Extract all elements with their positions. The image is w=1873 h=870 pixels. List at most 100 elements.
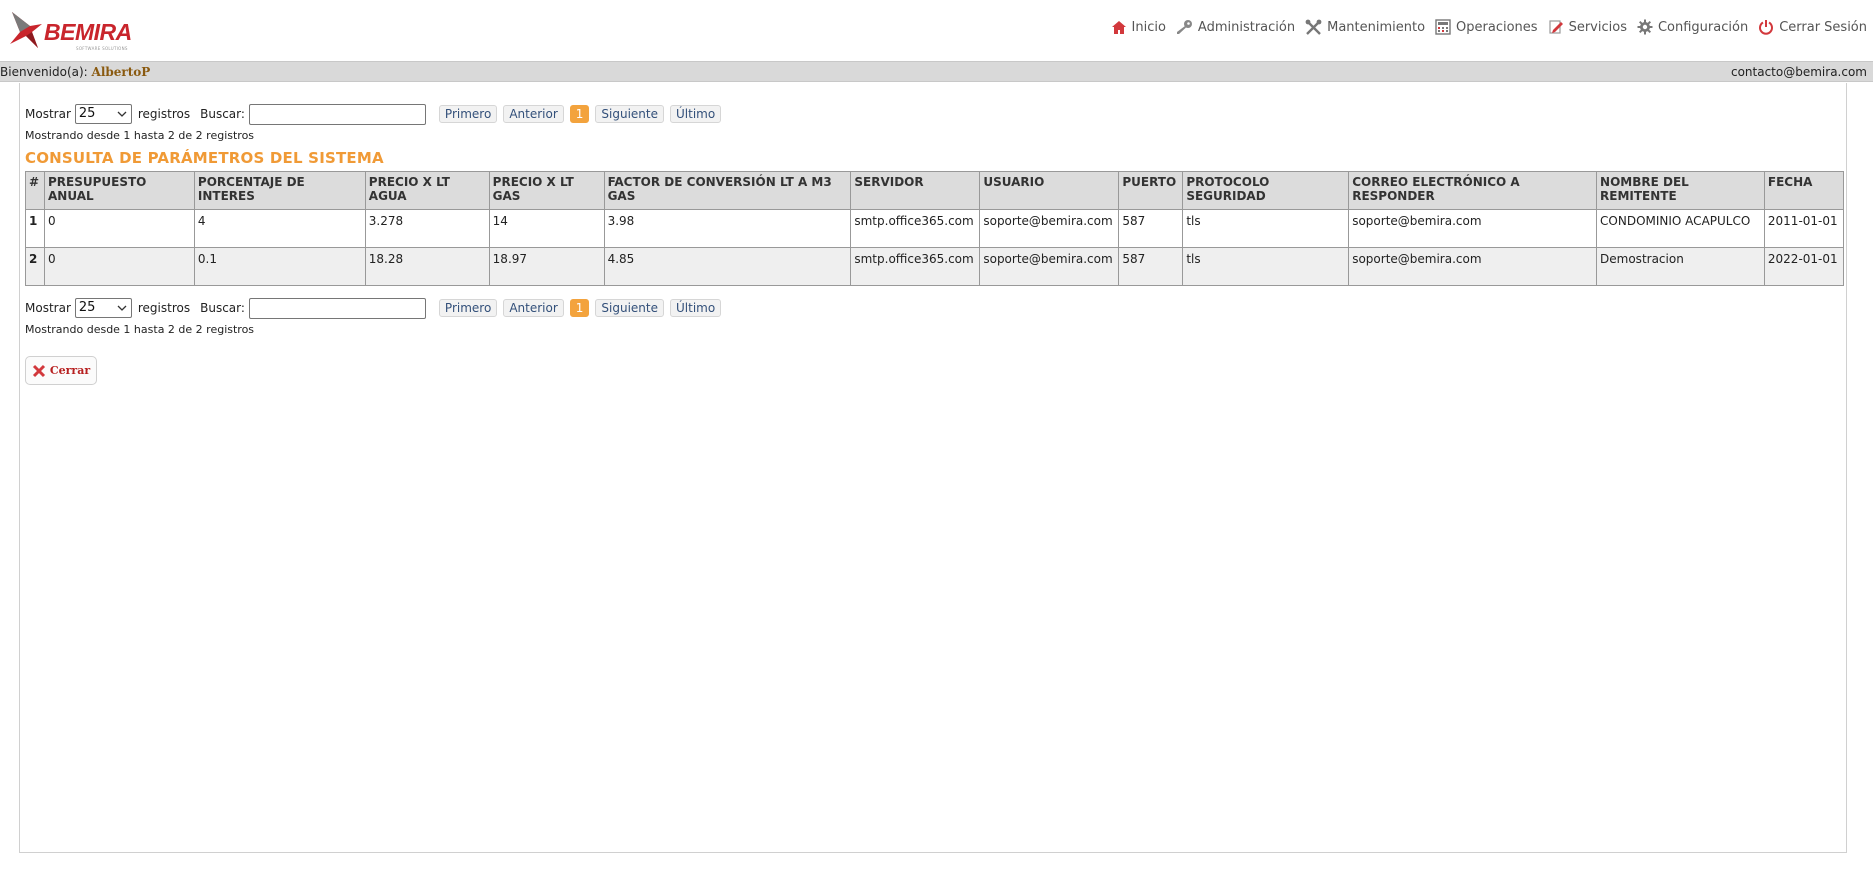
parameters-table: # PRESUPUESTO ANUAL PORCENTAJE DE INTERE… (25, 171, 1845, 286)
close-button[interactable]: Cerrar (25, 356, 97, 385)
first-page-button[interactable]: Primero (438, 105, 498, 123)
nav-cerrar-sesion[interactable]: Cerrar Sesión (1758, 19, 1867, 35)
gear-icon (1637, 19, 1653, 35)
header: BEMIRA SOFTWARE SOLUTIONS Inicio Adminis… (0, 0, 1873, 60)
pagination: Primero Anterior 1 Siguiente Último (438, 299, 722, 317)
col-header-puerto[interactable]: PUERTO (1118, 171, 1184, 210)
cell-presupuesto: 0 (43, 247, 195, 286)
col-header-remitente[interactable]: NOMBRE DEL REMITENTE (1596, 171, 1765, 210)
calculator-icon (1435, 19, 1451, 35)
col-header-protocolo[interactable]: PROTOCOLO SEGURIDAD (1182, 171, 1350, 210)
nav-servicios[interactable]: Servicios (1548, 19, 1627, 35)
search-label: Buscar: (200, 107, 245, 121)
col-header-correo[interactable]: CORREO ELECTRÓNICO A RESPONDER (1348, 171, 1598, 210)
chevron-down-icon (117, 305, 127, 311)
close-button-label: Cerrar (49, 364, 91, 377)
cell-porcentaje: 4 (193, 209, 366, 248)
col-header-usuario[interactable]: USUARIO (979, 171, 1120, 210)
table-controls-top: Mostrar 25 registros Buscar: Primero Ant… (25, 103, 722, 125)
records-label: registros (137, 107, 191, 121)
previous-page-button[interactable]: Anterior (503, 299, 564, 317)
welcome-bar: Bienvenido(a): AlbertoP contacto@bemira.… (0, 61, 1873, 82)
nav-label-mantenimiento: Mantenimiento (1327, 19, 1426, 35)
pagination: Primero Anterior 1 Siguiente Último (438, 105, 722, 123)
next-page-button[interactable]: Siguiente (595, 105, 664, 123)
cell-correo: soporte@bemira.com (1348, 209, 1598, 248)
records-label: registros (137, 301, 191, 315)
search-input[interactable] (248, 103, 426, 125)
cell-remitente: CONDOMINIO ACAPULCO (1596, 209, 1765, 248)
page-title: CONSULTA DE PARÁMETROS DEL SISTEMA (25, 149, 384, 167)
cell-fecha: 2011-01-01 (1763, 209, 1845, 248)
page-size-value: 25 (78, 106, 96, 121)
first-page-button[interactable]: Primero (438, 299, 498, 317)
power-icon (1759, 20, 1774, 35)
col-header-servidor[interactable]: SERVIDOR (850, 171, 981, 210)
welcome-prefix: Bienvenido(a): (0, 65, 88, 79)
nav-label-operaciones: Operaciones (1456, 19, 1538, 35)
bemira-logo[interactable]: BEMIRA SOFTWARE SOLUTIONS (8, 10, 136, 52)
chevron-down-icon (117, 111, 127, 117)
next-page-button[interactable]: Siguiente (595, 299, 664, 317)
close-x-icon (32, 364, 45, 377)
col-header-precio-agua[interactable]: PRECIO X LT AGUA (364, 171, 490, 210)
col-header-presupuesto[interactable]: PRESUPUESTO ANUAL (43, 171, 195, 210)
search-label: Buscar: (200, 301, 245, 315)
welcome-message: Bienvenido(a): AlbertoP (0, 65, 150, 79)
show-label: Mostrar (25, 107, 71, 121)
logo-subtitle: SOFTWARE SOLUTIONS (76, 46, 128, 51)
previous-page-button[interactable]: Anterior (503, 105, 564, 123)
search-input[interactable] (248, 297, 426, 319)
cell-protocolo: tls (1182, 209, 1350, 248)
cell-protocolo: tls (1182, 247, 1350, 286)
cell-presupuesto: 0 (43, 209, 195, 248)
table-controls-bottom: Mostrar 25 registros Buscar: Primero Ant… (25, 297, 722, 319)
top-navigation: Inicio Administración Mantenimiento Oper… (1111, 19, 1867, 35)
nav-label-configuracion: Configuración (1657, 19, 1749, 35)
col-header-fecha[interactable]: FECHA (1763, 171, 1845, 210)
contact-email: contacto@bemira.com (1730, 65, 1867, 79)
cell-puerto: 587 (1118, 247, 1184, 286)
table-row[interactable]: 2 0 0.1 18.28 18.97 4.85 smtp.office365.… (25, 247, 1845, 286)
page-size-select[interactable]: 25 (74, 298, 132, 318)
cell-precio-gas: 18.97 (488, 247, 605, 286)
welcome-username: AlbertoP (91, 65, 151, 79)
table-row[interactable]: 1 0 4 3.278 14 3.98 smtp.office365.com s… (25, 209, 1845, 248)
cell-remitente: Demostracion (1596, 247, 1765, 286)
cell-porcentaje: 0.1 (193, 247, 366, 286)
cell-number: 2 (25, 247, 45, 286)
tools-icon (1305, 19, 1322, 35)
nav-label-cerrar-sesion: Cerrar Sesión (1779, 19, 1867, 35)
logo-star-icon (10, 12, 42, 48)
col-header-porcentaje[interactable]: PORCENTAJE DE INTERES (193, 171, 366, 210)
table-header-row: # PRESUPUESTO ANUAL PORCENTAJE DE INTERE… (25, 171, 1845, 210)
nav-configuracion[interactable]: Configuración (1637, 19, 1748, 35)
page-size-select[interactable]: 25 (74, 104, 132, 124)
nav-label-inicio: Inicio (1131, 19, 1166, 35)
current-page-button[interactable]: 1 (569, 105, 590, 123)
col-header-factor[interactable]: FACTOR DE CONVERSIÓN LT A M3 GAS (603, 171, 852, 210)
col-header-precio-gas[interactable]: PRECIO X LT GAS (488, 171, 605, 210)
last-page-button[interactable]: Último (670, 105, 722, 123)
cell-usuario: soporte@bemira.com (979, 247, 1120, 286)
nav-mantenimiento[interactable]: Mantenimiento (1305, 19, 1425, 35)
records-info-top: Mostrando desde 1 hasta 2 de 2 registros (25, 129, 255, 142)
col-header-number[interactable]: # (25, 171, 45, 210)
nav-administracion[interactable]: Administración (1176, 19, 1295, 35)
current-page-button[interactable]: 1 (569, 299, 590, 317)
home-icon (1111, 20, 1126, 34)
cell-precio-agua: 18.28 (364, 247, 490, 286)
nav-label-administracion: Administración (1197, 19, 1296, 35)
main-panel: Mostrar 25 registros Buscar: Primero Ant… (19, 83, 1847, 853)
logo-text: BEMIRA (44, 19, 132, 45)
records-info-bottom: Mostrando desde 1 hasta 2 de 2 registros (25, 323, 255, 336)
last-page-button[interactable]: Último (670, 299, 722, 317)
cell-number: 1 (25, 209, 45, 248)
nav-inicio[interactable]: Inicio (1111, 20, 1166, 35)
cell-puerto: 587 (1118, 209, 1184, 248)
nav-operaciones[interactable]: Operaciones (1435, 19, 1538, 35)
cell-correo: soporte@bemira.com (1348, 247, 1598, 286)
cell-servidor: smtp.office365.com (850, 209, 981, 248)
cell-precio-agua: 3.278 (364, 209, 490, 248)
cell-usuario: soporte@bemira.com (979, 209, 1120, 248)
